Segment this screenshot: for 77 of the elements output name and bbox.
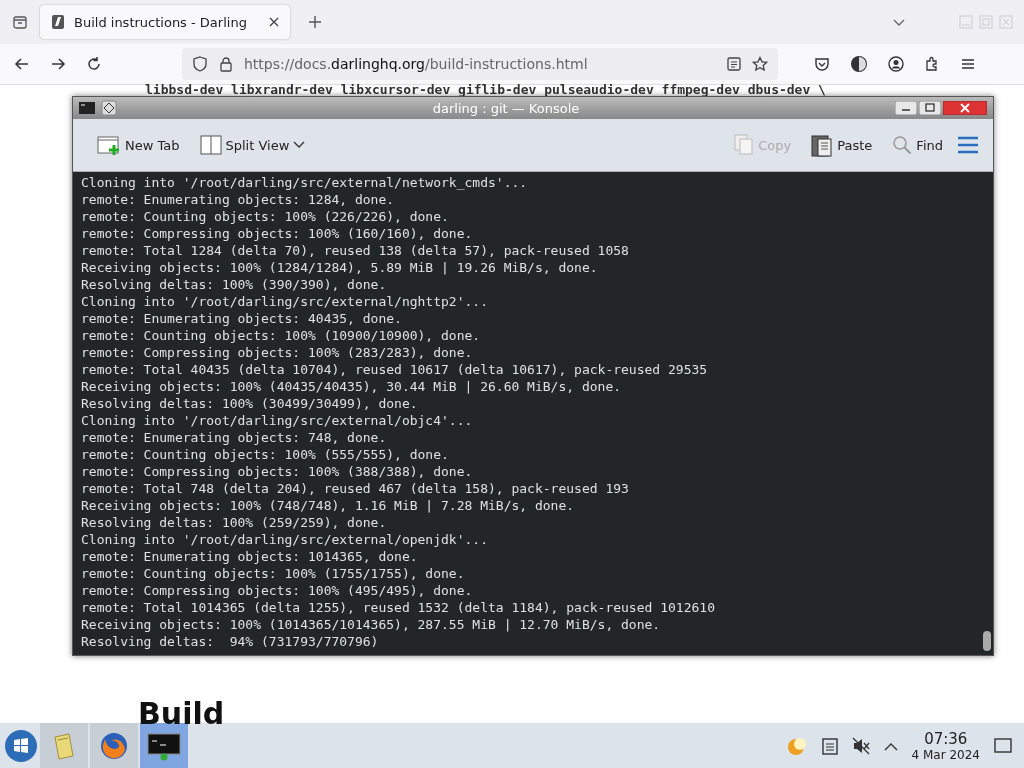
clock-time[interactable]: 07:36 (924, 729, 968, 748)
terminal-line: remote: Enumerating objects: 1284, done. (81, 191, 396, 208)
terminal-line: remote: Total 748 (delta 204), reused 467 (delta 158), pack-reused 193 (81, 480, 630, 497)
terminal-icon[interactable] (79, 102, 95, 114)
split-view-icon (199, 135, 222, 155)
terminal-line: Resolving deltas: 94% (731793/770796) (81, 633, 380, 650)
window-title: darling : git — Konsole (431, 100, 581, 116)
section-heading: Build (137, 696, 226, 731)
clipboard-icon[interactable] (821, 736, 838, 755)
minimize-icon[interactable] (895, 101, 917, 115)
forward-icon[interactable] (50, 56, 66, 72)
terminal-line: Receiving objects: 100% (1014365/1014365), 287.55 MiB | 12.70 MiB/s, done. (81, 616, 662, 633)
tab-title: Build instructions - Darling (74, 14, 248, 30)
terminal-line: Receiving objects: 100% (1284/1284), 5.89 MiB | 19.26 MiB/s, done. (81, 259, 599, 276)
menu-icon[interactable] (957, 136, 979, 154)
terminal-icon (147, 730, 181, 761)
close-icon[interactable] (268, 16, 280, 28)
new-tab-icon (97, 134, 121, 156)
terminal-line: Cloning into '/root/darling/src/external/nghttp2'... (81, 293, 489, 310)
terminal-line: remote: Counting objects: 100% (1755/1755), done. (81, 565, 466, 582)
terminal-line: remote: Enumerating objects: 40435, done. (81, 310, 403, 327)
find-button[interactable]: Find (886, 131, 949, 159)
browser-tab[interactable]: Build instructions - Darling (40, 5, 290, 39)
new-tab-button[interactable]: New Tab (91, 130, 186, 160)
account-icon[interactable] (888, 56, 904, 72)
tab-list-icon[interactable] (12, 14, 28, 30)
terminal-line: remote: Total 1284 (delta 70), reused 138 (delta 57), pack-reused 1058 (81, 242, 630, 259)
contrast-icon[interactable] (850, 55, 868, 73)
chevron-down-icon[interactable] (293, 141, 306, 149)
terminal-line: remote: Compressing objects: 100% (388/388), done. (81, 463, 474, 480)
terminal-line: Resolving deltas: 100% (390/390), done. (81, 276, 388, 293)
star-icon[interactable] (752, 56, 768, 72)
terminal-line: remote: Compressing objects: 100% (160/160), done. (81, 225, 474, 242)
terminal-line: remote: Counting objects: 100% (555/555), done. (81, 446, 450, 463)
terminal-line: Resolving deltas: 100% (30499/30499), done. (81, 395, 419, 412)
start-icon[interactable] (4, 728, 38, 763)
reload-icon[interactable] (86, 56, 102, 72)
terminal-line: remote: Counting objects: 100% (226/226), done. (81, 208, 450, 225)
address-bar[interactable]: https://docs.darlinghq.org/build-instructions.html (182, 48, 778, 80)
url-text: https://docs.darlinghq.org/build-instructions.html (244, 56, 588, 72)
terminal-line: remote: Compressing objects: 100% (495/495), done. (81, 582, 474, 599)
browser-icon (99, 730, 129, 761)
split-view-button[interactable]: Split View (193, 131, 312, 159)
new-tab-icon[interactable] (308, 15, 322, 29)
pin-icon[interactable] (101, 100, 117, 116)
maximize-icon[interactable] (919, 101, 941, 115)
terminal-line: remote: Total 1014365 (delta 1255), reused 1532 (delta 1184), pack-reused 1012610 (81, 599, 716, 616)
clock-date[interactable]: 4 Mar 2024 (911, 747, 980, 762)
muted-speaker-icon[interactable] (851, 736, 870, 755)
extensions-icon[interactable] (924, 56, 940, 72)
reader-view-icon[interactable] (726, 56, 742, 72)
terminal-line: Cloning into '/root/darling/src/external/network_cmds'... (81, 174, 529, 191)
show-desktop-icon[interactable] (994, 736, 1012, 755)
page-icon (50, 14, 66, 30)
terminal-line: remote: Total 40435 (delta 10704), reused 10617 (delta 10617), pack-reused 29535 (81, 361, 709, 378)
terminal-line: Receiving objects: 100% (748/748), 1.16 MiB | 7.28 MiB/s, done. (81, 497, 576, 514)
back-icon[interactable] (14, 56, 30, 72)
close-icon[interactable] (943, 101, 987, 115)
menu-icon[interactable] (960, 56, 976, 72)
terminal-line: remote: Enumerating objects: 1014365, done. (81, 548, 419, 565)
paste-button[interactable]: Paste (805, 129, 879, 161)
terminal-task-button[interactable] (140, 723, 188, 768)
search-icon (892, 135, 913, 155)
pocket-icon[interactable] (814, 56, 830, 72)
copy-icon (734, 134, 755, 156)
terminal-line: Receiving objects: 100% (40435/40435), 30.44 MiB | 26.60 MiB/s, done. (81, 378, 623, 395)
terminal-line: Cloning into '/root/darling/src/external/openjdk'... (81, 531, 489, 548)
terminal-line: Cloning into '/root/darling/src/external/objc4'... (81, 412, 474, 429)
terminal-line: Resolving deltas: 100% (259/259), done. (81, 514, 388, 531)
lock-icon[interactable] (218, 56, 234, 72)
paste-icon (811, 133, 834, 157)
code-line: libbsd-dev libxrandr-dev libxcursor-dev giflib-dev pulseaudio-dev ffmpeg-dev dbus-dev \ (144, 82, 827, 97)
shield-icon[interactable] (192, 56, 208, 72)
firefox-task-button[interactable] (90, 723, 138, 768)
terminal-line: remote: Compressing objects: 100% (283/283), done. (81, 344, 474, 361)
terminal-line: remote: Enumerating objects: 748, done. (81, 429, 388, 446)
terminal-line: remote: Counting objects: 100% (10900/10900), done. (81, 327, 482, 344)
